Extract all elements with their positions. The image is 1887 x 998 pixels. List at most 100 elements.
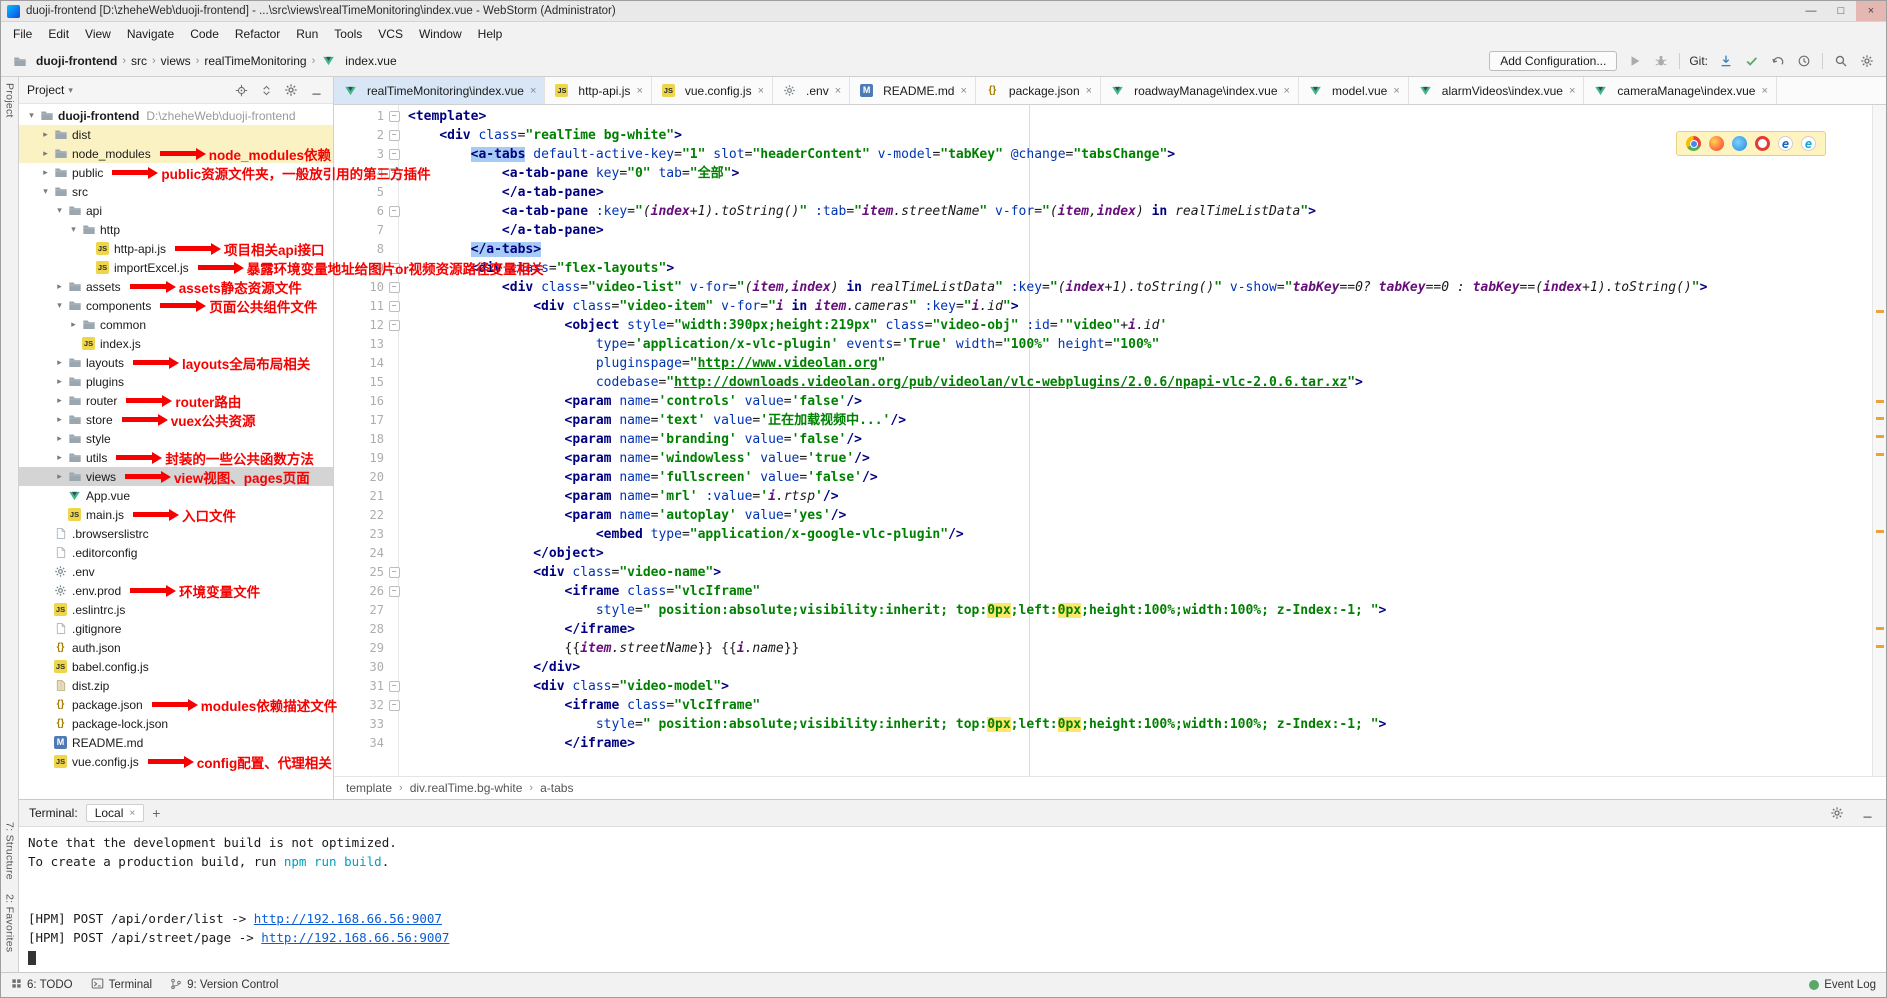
collapse-icon[interactable] (257, 81, 275, 99)
menu-tools[interactable]: Tools (326, 24, 370, 44)
tree-item[interactable]: JSmain.js入口文件 (19, 505, 333, 524)
collapse-icon[interactable]: ▾ (25, 110, 38, 121)
expand-icon[interactable]: ▸ (39, 167, 52, 178)
tree-item[interactable]: .env.prod环境变量文件 (19, 581, 333, 600)
new-terminal-button[interactable]: + (152, 805, 160, 821)
editor-tab[interactable]: model.vue× (1299, 77, 1409, 104)
expand-icon[interactable]: ▸ (39, 148, 52, 159)
close-icon[interactable]: × (960, 85, 966, 97)
fold-icon[interactable]: − (387, 278, 401, 297)
tree-item[interactable]: .env (19, 562, 333, 581)
menu-navigate[interactable]: Navigate (119, 24, 182, 44)
hide-icon[interactable] (1858, 804, 1876, 822)
close-button[interactable]: × (1856, 1, 1886, 21)
menu-refactor[interactable]: Refactor (227, 24, 288, 44)
expand-icon[interactable]: ▸ (53, 376, 66, 387)
safari-icon[interactable] (1732, 136, 1747, 151)
tool-window-button[interactable]: 2: Favorites (4, 894, 16, 952)
menu-edit[interactable]: Edit (40, 24, 77, 44)
menu-run[interactable]: Run (288, 24, 326, 44)
fold-icon[interactable]: − (387, 316, 401, 335)
status-item-terminal[interactable]: Terminal (91, 977, 152, 993)
collapse-icon[interactable]: ▾ (53, 205, 66, 216)
editor-tab[interactable]: JSvue.config.js× (652, 77, 773, 104)
editor-tab[interactable]: {}package.json× (976, 77, 1101, 104)
close-icon[interactable]: × (129, 808, 135, 819)
menu-window[interactable]: Window (411, 24, 470, 44)
tree-item[interactable]: JSimportExcel.js暴露环境变量地址给图片or视频资源路径变量相关 (19, 258, 333, 277)
terminal-link[interactable]: http://192.168.66.56:9007 (254, 911, 442, 926)
fold-icon[interactable]: − (387, 563, 401, 582)
close-icon[interactable]: × (1393, 85, 1399, 97)
opera-icon[interactable] (1755, 136, 1770, 151)
expand-icon[interactable]: ▸ (53, 357, 66, 368)
ie-icon[interactable]: e (1778, 136, 1793, 151)
locate-icon[interactable] (232, 81, 250, 99)
editor-breadcrumb-item[interactable]: a-tabs (540, 781, 573, 795)
bug-icon[interactable] (1652, 52, 1670, 70)
menu-vcs[interactable]: VCS (370, 24, 411, 44)
expand-icon[interactable]: ▸ (53, 471, 66, 482)
chrome-icon[interactable] (1686, 136, 1701, 151)
tree-item[interactable]: ▾duoji-frontendD:\zheheWeb\duoji-fronten… (19, 106, 333, 125)
hide-icon[interactable] (307, 81, 325, 99)
tree-item[interactable]: ▸viewsview视图、pages页面 (19, 467, 333, 486)
play-icon[interactable] (1626, 52, 1644, 70)
tree-item[interactable]: ▸common (19, 315, 333, 334)
tree-item[interactable]: .browserslistrc (19, 524, 333, 543)
tree-item[interactable]: MREADME.md (19, 733, 333, 752)
tree-item[interactable]: ▸dist (19, 125, 333, 144)
close-icon[interactable]: × (530, 85, 536, 97)
add-configuration-button[interactable]: Add Configuration... (1489, 51, 1617, 71)
tree-item[interactable]: .editorconfig (19, 543, 333, 562)
tree-item[interactable]: {}package-lock.json (19, 714, 333, 733)
tree-item[interactable]: JSindex.js (19, 334, 333, 353)
tree-item[interactable]: ▸storevuex公共资源 (19, 410, 333, 429)
minimize-button[interactable]: — (1796, 1, 1826, 21)
fold-icon[interactable]: − (387, 677, 401, 696)
tree-item[interactable]: ▾components页面公共组件文件 (19, 296, 333, 315)
editor-breadcrumb-item[interactable]: div.realTime.bg-white (410, 781, 523, 795)
project-panel-title[interactable]: Project (27, 83, 64, 97)
fold-icon[interactable]: − (387, 696, 401, 715)
editor-tab[interactable]: alarmVideos\index.vue× (1409, 77, 1585, 104)
status-item-6-todo[interactable]: 6: TODO (11, 978, 73, 992)
tree-item[interactable]: dist.zip (19, 676, 333, 695)
editor-tab[interactable]: roadwayManage\index.vue× (1101, 77, 1299, 104)
tree-item[interactable]: .gitignore (19, 619, 333, 638)
expand-icon[interactable]: ▸ (53, 395, 66, 406)
expand-icon[interactable]: ▸ (53, 414, 66, 425)
breadcrumb-item[interactable]: views (161, 54, 191, 68)
status-item-9-version-control[interactable]: 9: Version Control (170, 978, 278, 993)
tree-item[interactable]: JShttp-api.js项目相关api接口 (19, 239, 333, 258)
terminal-link[interactable]: http://192.168.66.56:9007 (261, 930, 449, 945)
tree-item[interactable]: ▾api (19, 201, 333, 220)
edge-icon[interactable]: e (1801, 136, 1816, 151)
expand-icon[interactable]: ▸ (53, 452, 66, 463)
fold-icon[interactable]: − (387, 297, 401, 316)
collapse-icon[interactable]: ▾ (67, 224, 80, 235)
pull-icon[interactable] (1717, 52, 1735, 70)
fold-icon[interactable]: − (387, 126, 401, 145)
tree-item[interactable]: JSbabel.config.js (19, 657, 333, 676)
settings-icon[interactable] (282, 81, 300, 99)
collapse-icon[interactable]: ▾ (39, 186, 52, 197)
settings-icon[interactable] (1828, 804, 1846, 822)
fold-icon[interactable]: − (387, 202, 401, 221)
tree-item[interactable]: ▸routerrouter路由 (19, 391, 333, 410)
tool-window-button[interactable]: 7: Structure (4, 822, 16, 880)
tree-item[interactable]: ▸style (19, 429, 333, 448)
status-item-event-log[interactable]: Event Log (1809, 979, 1876, 991)
menu-file[interactable]: File (5, 24, 40, 44)
editor-tab[interactable]: JShttp-api.js× (545, 77, 651, 104)
history-icon[interactable] (1795, 52, 1813, 70)
tree-item[interactable]: ▸node_modulesnode_modules依赖 (19, 144, 333, 163)
close-icon[interactable]: × (1086, 85, 1092, 97)
close-icon[interactable]: × (1761, 85, 1767, 97)
tree-item[interactable]: ▾src (19, 182, 333, 201)
breadcrumb-item[interactable]: src (131, 54, 147, 68)
expand-icon[interactable]: ▸ (53, 281, 66, 292)
close-icon[interactable]: × (758, 85, 764, 97)
tree-item[interactable]: ▸assetsassets静态资源文件 (19, 277, 333, 296)
expand-icon[interactable]: ▸ (67, 319, 80, 330)
